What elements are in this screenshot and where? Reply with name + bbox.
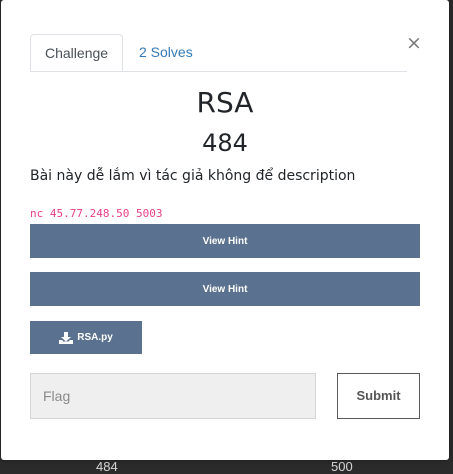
flag-input[interactable] <box>30 373 316 419</box>
challenge-title: RSA <box>196 86 254 119</box>
challenge-modal: × Challenge 2 Solves RSA 484 Bài này dễ … <box>1 0 449 460</box>
challenge-description: Bài này dễ lắm vì tác giả không để descr… <box>30 168 356 184</box>
download-icon <box>59 331 74 344</box>
submit-button[interactable]: Submit <box>337 373 420 419</box>
close-icon[interactable]: × <box>406 33 422 53</box>
view-hint-button[interactable]: View Hint <box>30 272 420 306</box>
download-file-button[interactable]: RSA.py <box>30 321 142 354</box>
tab-challenge[interactable]: Challenge <box>30 34 123 71</box>
connection-command: nc 45.77.248.50 5003 <box>30 207 163 220</box>
background-card-points: 484 <box>96 459 118 474</box>
challenge-points: 484 <box>202 129 248 157</box>
file-name: RSA.py <box>77 332 113 343</box>
tab-solves[interactable]: 2 Solves <box>125 34 207 71</box>
background-card-points: 500 <box>331 459 353 474</box>
modal-tabs: Challenge 2 Solves <box>30 34 407 72</box>
view-hint-button[interactable]: View Hint <box>30 224 420 258</box>
